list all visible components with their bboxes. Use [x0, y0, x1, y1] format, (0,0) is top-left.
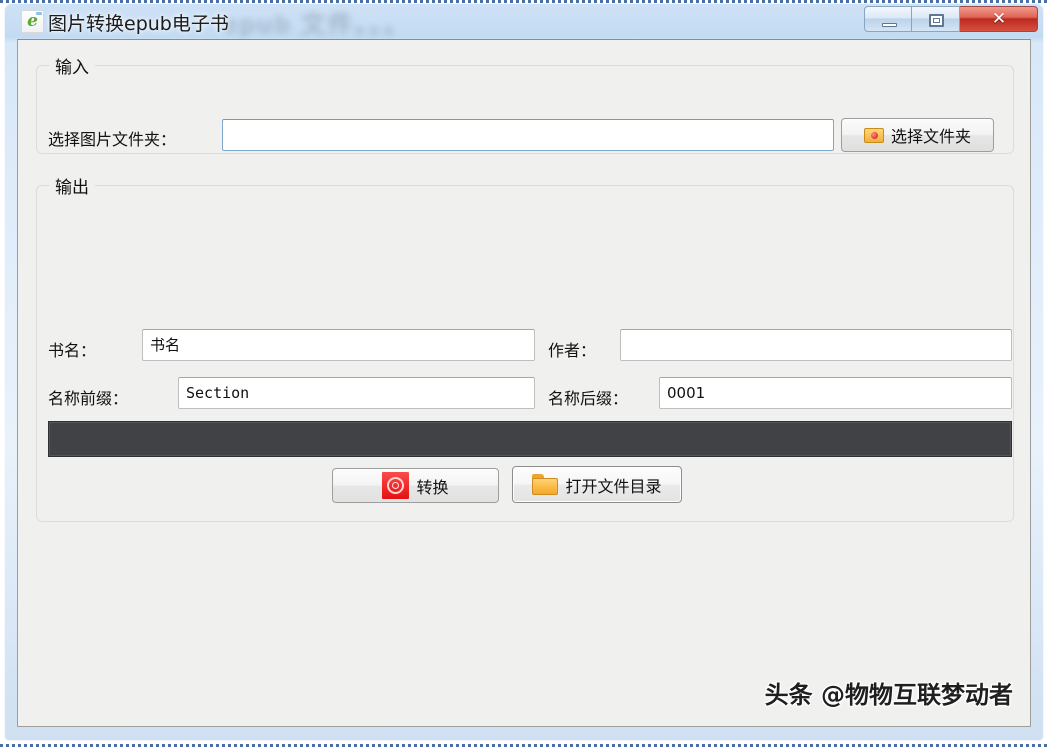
app-icon-e-glyph: e: [27, 11, 38, 31]
name-suffix-label: 名称后缀：: [548, 389, 629, 408]
name-prefix-input[interactable]: Section: [178, 377, 535, 409]
author-label: 作者：: [548, 341, 597, 360]
output-group-title: 输出: [49, 173, 95, 198]
author-input[interactable]: [620, 329, 1012, 361]
close-icon: ✕: [991, 9, 1007, 29]
title-bar[interactable]: e 图片转换epub电子书 ✕: [4, 3, 1044, 39]
restore-button[interactable]: [912, 6, 960, 32]
restore-icon: [929, 14, 944, 27]
input-group-title: 输入: [49, 53, 95, 78]
open-directory-label: 打开文件目录: [565, 476, 662, 496]
choose-folder-label: 选择文件夹: [890, 127, 971, 146]
epub-app-icon: e: [21, 10, 44, 33]
name-prefix-label: 名称前缀：: [48, 389, 129, 408]
log-output-panel: [48, 421, 1012, 457]
name-suffix-input[interactable]: 0001: [659, 377, 1012, 409]
convert-icon-ring: [387, 477, 405, 494]
folder-icon-body: [532, 478, 559, 495]
window-controls: ✕: [864, 6, 1038, 32]
minimize-button[interactable]: [864, 6, 912, 32]
folder-icon: [532, 474, 559, 495]
open-directory-button-content: 打开文件目录: [513, 467, 681, 502]
convert-button-content: 转换: [333, 469, 498, 502]
bookname-label: 书名：: [48, 341, 97, 360]
application-window: epub 文件。。。 e 图片转换epub电子书 ✕ 输入 选择图片文件夹： 选…: [4, 3, 1044, 741]
convert-refresh-icon: [382, 472, 410, 499]
convert-label: 转换: [416, 477, 449, 497]
choose-folder-button-content: 选择文件夹: [842, 119, 993, 151]
convert-button[interactable]: 转换: [332, 468, 499, 503]
minimize-icon: [882, 23, 897, 27]
folder-label: 选择图片文件夹：: [48, 130, 177, 149]
folder-path-input[interactable]: [222, 119, 834, 151]
close-button[interactable]: ✕: [960, 6, 1038, 32]
client-area: 输入 选择图片文件夹： 选择文件夹 输出 书名： 书名 作者： 名称前缀： Se…: [17, 39, 1031, 727]
window-title: 图片转换epub电子书: [48, 13, 229, 35]
choose-folder-button[interactable]: 选择文件夹: [841, 118, 994, 152]
open-directory-button[interactable]: 打开文件目录: [512, 466, 682, 503]
pick-folder-icon: [863, 127, 884, 143]
desktop-background: epub 文件。。。 e 图片转换epub电子书 ✕ 输入 选择图片文件夹： 选…: [0, 0, 1048, 747]
watermark-text: 头条 @物物互联梦动者: [764, 681, 1013, 709]
bookname-input[interactable]: 书名: [142, 329, 535, 361]
